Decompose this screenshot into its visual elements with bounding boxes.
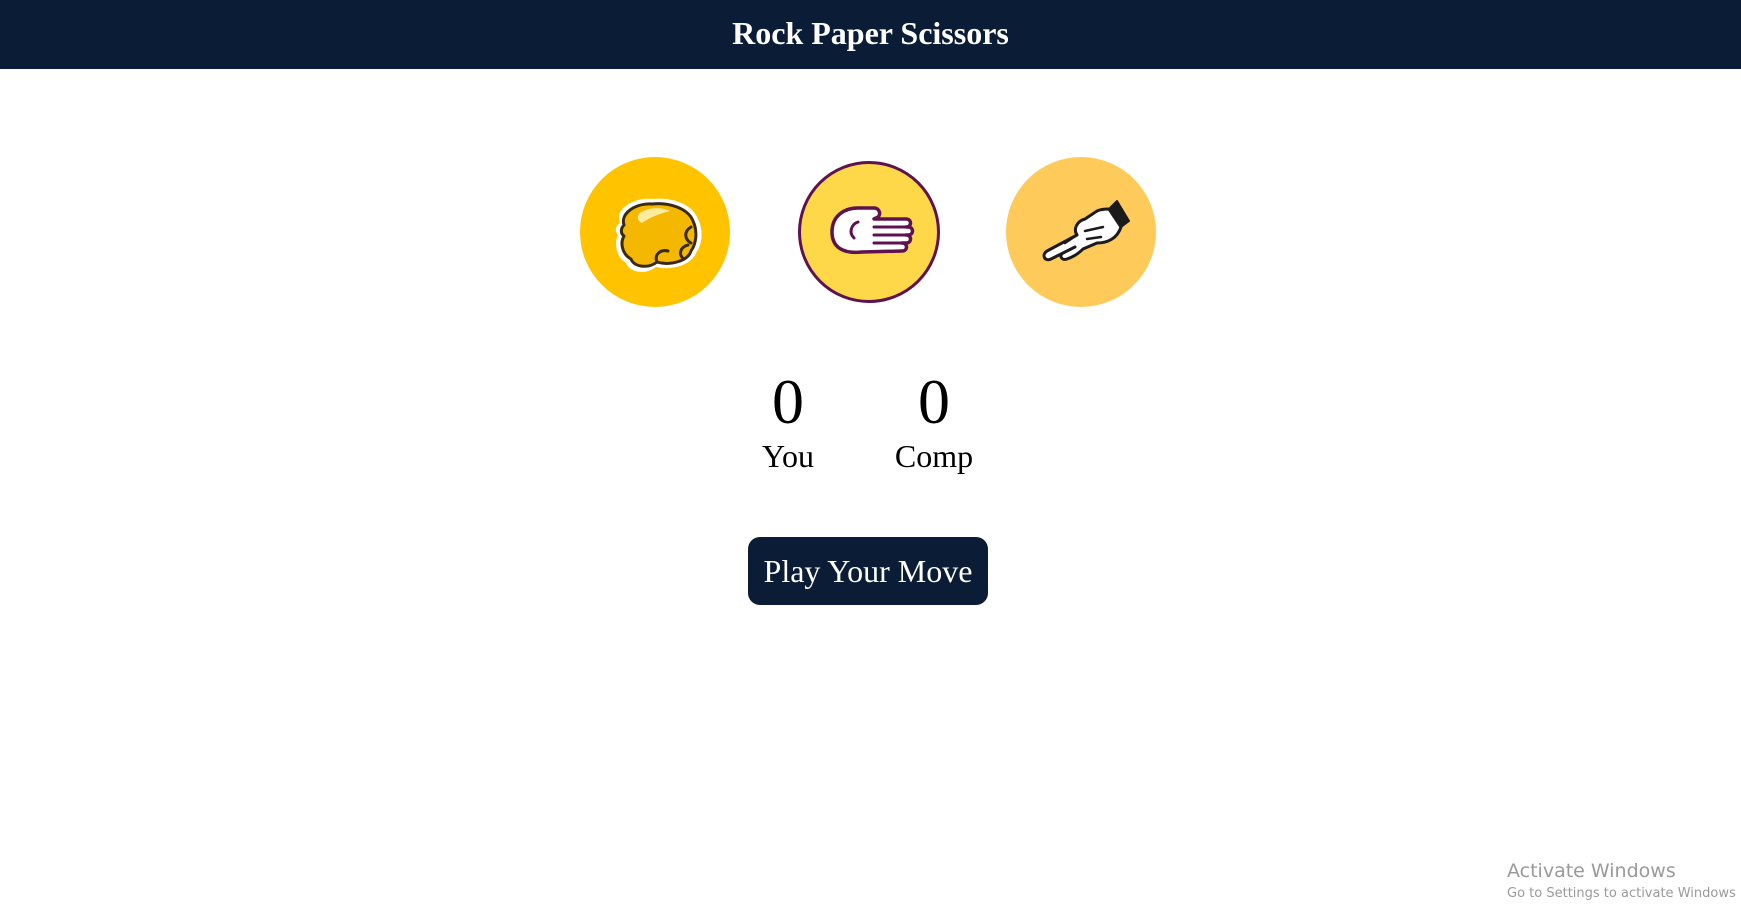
windows-activation-watermark: Activate Windows Go to Settings to activ…: [1507, 860, 1736, 901]
comp-score-value: 0: [918, 366, 950, 437]
two-finger-scissors-icon: [1042, 200, 1130, 262]
user-score-panel: 0 You: [748, 366, 828, 475]
fist-rock-icon: [615, 198, 702, 272]
rock-choice-button[interactable]: [580, 157, 730, 307]
page-title: Rock Paper Scissors: [732, 15, 1009, 51]
open-hand-paper-icon: [830, 206, 915, 255]
watermark-line-1: Activate Windows: [1507, 860, 1676, 882]
paper-choice-button[interactable]: [798, 161, 940, 303]
app-header: Rock Paper Scissors: [0, 0, 1741, 69]
watermark-line-2: Go to Settings to activate Windows: [1507, 886, 1736, 901]
comp-score-label: Comp: [894, 438, 974, 474]
user-score-value: 0: [772, 366, 804, 437]
scissors-choice-button[interactable]: [1006, 157, 1156, 307]
comp-score-panel: 0 Comp: [883, 366, 985, 475]
play-your-move-message[interactable]: Play Your Move: [748, 537, 988, 605]
user-score-label: You: [762, 438, 814, 474]
